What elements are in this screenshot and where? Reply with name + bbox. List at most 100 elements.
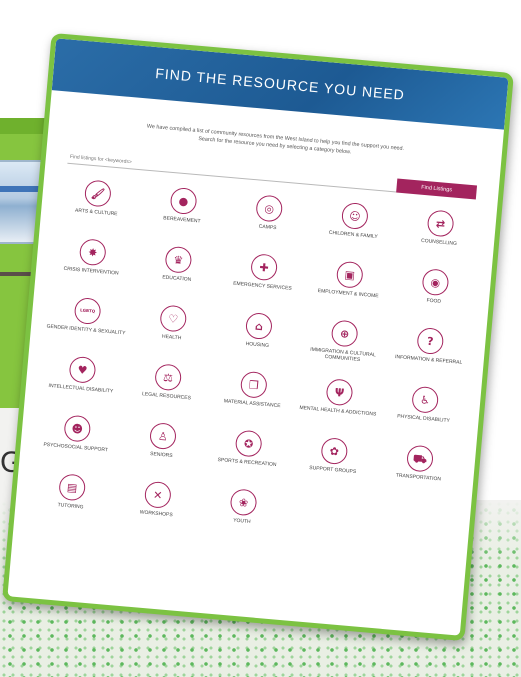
globe-icon: ⊕ [330,319,359,348]
lifebuoy-icon: ◎ [255,194,284,223]
tools-icon: ✕ [143,481,172,510]
house-icon: ⌂ [244,312,274,341]
lifebuoy-icon-glyph: ◎ [263,201,275,216]
category-immigration-cultural-communities[interactable]: ⊕ IMMIGRATION & CULTURAL COMMUNITIES [298,317,389,383]
book-icon: ▤ [58,473,87,502]
signpost-icon: ⇄ [426,209,455,238]
category-emergency-services[interactable]: ✚ EMERGENCY SERVICES [217,251,308,317]
page-title: FIND THE RESOURCE YOU NEED [154,65,406,103]
category-label: GENDER IDENTITY & SEXUALITY [46,323,126,337]
head-icon: ☻ [63,414,92,443]
heart-icon: ♥ [68,355,97,385]
category-material-assistance[interactable]: ❒ MATERIAL ASSISTANCE [207,368,298,434]
category-label: MATERIAL ASSISTANCE [223,398,281,410]
family-icon-glyph: ☺ [348,209,362,224]
category-crisis-intervention[interactable]: ✸ CRISIS INTERVENTION [46,236,137,302]
graduation-cap-icon-glyph: ♛ [172,253,184,267]
category-sports-recreation[interactable]: ✪ SPORTS & RECREATION [202,427,293,493]
category-label: WORKSHOPS [139,509,173,519]
category-label: HEALTH [161,333,182,342]
tools-icon-glyph: ✕ [152,488,163,502]
category-label: YOUTH [232,517,251,526]
card-header: FIND THE RESOURCE YOU NEED [51,38,509,130]
box-icon: ❒ [239,370,268,400]
category-label: LEGAL RESOURCES [141,391,192,402]
category-health[interactable]: ♡ HEALTH [126,302,217,368]
briefcase-icon-glyph: ▣ [344,268,356,282]
category-housing[interactable]: ⌂ HOUSING [212,310,303,376]
heart-icon-glyph: ♥ [76,363,88,377]
signpost-icon-glyph: ⇄ [435,216,446,231]
category-label: EMERGENCY SERVICES [232,280,292,292]
dot-icon-glyph: ● [178,194,189,209]
scales-icon-glyph: ⚖ [162,370,174,385]
category-label: TUTORING [57,502,84,511]
category-bereavement[interactable]: ● BEREAVEMENT [137,185,228,251]
category-education[interactable]: ♛ EDUCATION [132,243,223,309]
category-support-groups[interactable]: ✿ SUPPORT GROUPS [287,435,378,501]
car-icon-glyph: ⛟ [412,451,428,466]
category-counselling[interactable]: ⇄ COUNSELLING [394,207,485,273]
category-food[interactable]: ◉ FOOD [389,266,480,332]
category-label: FOOD [426,297,442,306]
flower-icon-glyph: ❀ [238,495,249,510]
heart-pulse-icon-glyph: ♡ [167,311,179,326]
category-workshops[interactable]: ✕ WORKSHOPS [111,478,202,544]
medal-icon: ✪ [234,429,263,458]
lgbtq-icon: LGBTQ [73,297,102,326]
category-information-referral[interactable]: ? INFORMATION & REFERRAL [383,325,474,391]
flower-icon: ❀ [229,488,258,517]
category-children-family[interactable]: ☺ CHILDREN & FAMILY [308,200,399,266]
category-label: CAMPS [258,223,277,232]
lgbtq-icon-glyph: LGBTQ [79,307,96,314]
group-icon: ✿ [320,437,349,466]
ambulance-icon: ✚ [249,253,279,282]
category-camps[interactable]: ◎ CAMPS [222,192,313,258]
ambulance-icon-glyph: ✚ [258,260,270,275]
category-mental-health-addictions[interactable]: Ψ MENTAL HEALTH & ADDICTIONS [293,376,384,442]
food-icon-glyph: ◉ [430,275,441,290]
cane-icon-glyph: ♙ [157,429,169,444]
head-icon-glyph: ☻ [71,421,84,436]
heart-pulse-icon: ♡ [159,304,188,333]
medal-icon-glyph: ✪ [243,436,254,451]
category-grid: 🖌 ARTS & CULTURE ● BEREAVEMENT ◎ CAMPS ☺ CHILDR… [25,177,484,567]
category-label: HOUSING [245,341,270,350]
psi-icon-glyph: Ψ [334,385,345,400]
globe-icon-glyph: ⊕ [339,326,350,341]
category-label: CHILDREN & FAMILY [328,230,378,241]
category-intellectual-disability[interactable]: ♥ INTELLECTUAL DISABILITY [36,353,127,419]
category-psychosocial-support[interactable]: ☻ PSYCHOSOCIAL SUPPORT [30,412,121,478]
category-physical-disability[interactable]: ♿ PHYSICAL DISABILITY [378,383,469,449]
category-label: BEREAVEMENT [162,215,201,225]
category-label: SPORTS & RECREATION [217,457,277,469]
category-label: EDUCATION [162,274,192,284]
question-icon: ? [416,327,445,356]
category-label: INTELLECTUAL DISABILITY [48,383,114,395]
category-tutoring[interactable]: ▤ TUTORING [25,471,116,537]
dot-icon: ● [169,187,198,216]
category-employment-income[interactable]: ▣ EMPLOYMENT & INCOME [303,258,394,324]
group-icon-glyph: ✿ [329,444,340,459]
category-gender-identity-sexuality[interactable]: LGBTQ GENDER IDENTITY & SEXUALITY [41,295,132,361]
scales-icon: ⚖ [154,363,183,392]
category-label: EMPLOYMENT & INCOME [317,288,379,300]
car-icon: ⛟ [405,444,435,473]
alert-badge-icon: ✸ [78,238,107,267]
house-icon-glyph: ⌂ [254,319,264,334]
category-label: COUNSELLING [420,238,458,248]
category-transportation[interactable]: ⛟ TRANSPORTATION [373,442,464,508]
category-seniors[interactable]: ♙ SENIORS [116,420,207,486]
briefcase-icon: ▣ [335,260,364,290]
paintbrush-icon-glyph: 🖌 [90,186,106,201]
category-label: INFORMATION & REFERRAL [394,354,463,367]
category-arts-culture[interactable]: 🖌 ARTS & CULTURE [51,177,142,243]
wheelchair-icon-glyph: ♿ [419,393,431,407]
category-label: MENTAL HEALTH & ADDICTIONS [299,405,377,418]
wheelchair-icon: ♿ [411,385,440,415]
find-listings-button[interactable]: Find Listings [396,178,478,200]
category-legal-resources[interactable]: ⚖ LEGAL RESOURCES [121,361,212,427]
category-label: PHYSICAL DISABILITY [396,413,451,425]
category-youth[interactable]: ❀ YOUTH [197,486,288,552]
book-icon-glyph: ▤ [66,480,78,495]
